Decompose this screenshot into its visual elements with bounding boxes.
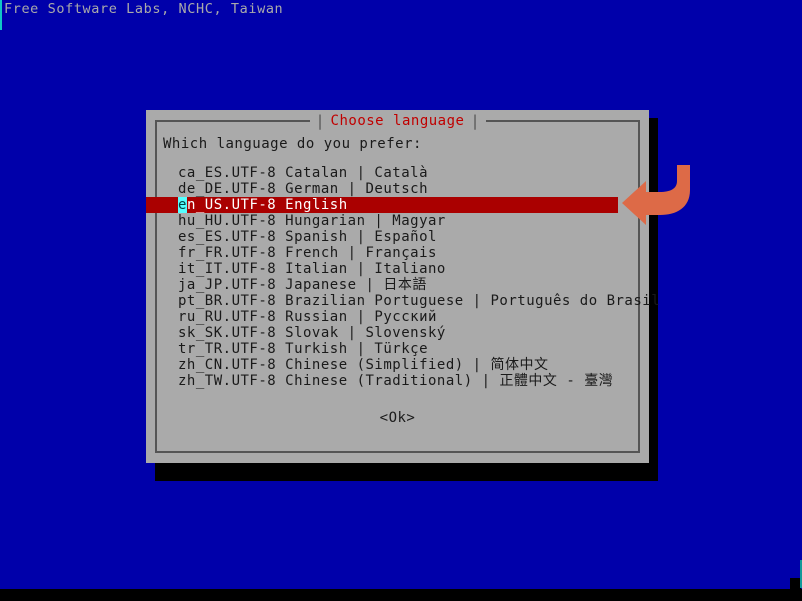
- language-list-item[interactable]: de_DE.UTF-8 German | Deutsch: [146, 181, 649, 197]
- language-list-item[interactable]: zh_CN.UTF-8 Chinese (Simplified) | 简体中文: [146, 357, 649, 373]
- language-list-item-label: ca_ES.UTF-8 Catalan | Català: [178, 165, 429, 181]
- language-list-item-label: 日本語: [383, 277, 427, 293]
- language-list-item[interactable]: ja_JP.UTF-8 Japanese | 日本語: [146, 277, 649, 293]
- language-list-item-label: zh_CN.UTF-8 Chinese (Simplified) |: [178, 357, 491, 373]
- language-list-item[interactable]: hu_HU.UTF-8 Hungarian | Magyar: [146, 213, 649, 229]
- language-list-item-label: es_ES.UTF-8 Spanish | Español: [178, 229, 437, 245]
- language-list-item-label: tr_TR.UTF-8 Turkish | Türkçe: [178, 341, 429, 357]
- language-list-item[interactable]: sk_SK.UTF-8 Slovak | Slovenský: [146, 325, 649, 341]
- terminal-screen: Free Software Labs, NCHC, Taiwan | Choos…: [0, 0, 802, 601]
- language-list-item[interactable]: it_IT.UTF-8 Italian | Italiano: [146, 261, 649, 277]
- language-list[interactable]: ca_ES.UTF-8 Catalan | Català de_DE.UTF-8 …: [146, 165, 660, 389]
- language-list-item-label: n_US.UTF-8 English: [186, 197, 348, 213]
- screen-bottom-bar: [0, 589, 802, 601]
- language-list-item-label: ja_JP.UTF-8 Japanese |: [178, 277, 384, 293]
- language-list-item[interactable]: tr_TR.UTF-8 Turkish | Türkçe: [146, 341, 649, 357]
- language-list-item-label: fr_FR.UTF-8 French | Français: [178, 245, 437, 261]
- language-list-item-label: sk_SK.UTF-8 Slovak | Slovenský: [178, 325, 446, 341]
- language-list-item[interactable]: es_ES.UTF-8 Spanish | Español: [146, 229, 649, 245]
- screen-left-edge-accent: [0, 0, 2, 30]
- ok-button[interactable]: <Ok>: [146, 410, 649, 426]
- language-list-item[interactable]: ca_ES.UTF-8 Catalan | Català: [146, 165, 649, 181]
- language-list-item[interactable]: fr_FR.UTF-8 French | Français: [146, 245, 649, 261]
- curved-arrow-pointing-left-icon: [622, 165, 690, 225]
- language-list-item-label: it_IT.UTF-8 Italian | Italiano: [178, 261, 446, 277]
- language-list-item-label: 正體中文: [499, 373, 558, 389]
- language-list-item-label: de_DE.UTF-8 German | Deutsch: [178, 181, 429, 197]
- language-list-item-label: 臺灣: [584, 373, 614, 389]
- language-list-item[interactable]: ru_RU.UTF-8 Russian | Русский: [146, 309, 649, 325]
- language-list-item[interactable]: pt_BR.UTF-8 Brazilian Portuguese | Portu…: [146, 293, 660, 309]
- language-list-item-label: hu_HU.UTF-8 Hungarian | Magyar: [178, 213, 446, 229]
- language-list-item-label: pt_BR.UTF-8 Brazilian Portuguese | Portu…: [178, 293, 661, 309]
- console-banner: Free Software Labs, NCHC, Taiwan: [4, 1, 284, 17]
- language-list-item[interactable]: zh_TW.UTF-8 Chinese (Traditional) | 正體中文…: [146, 373, 649, 389]
- language-list-item[interactable]: en_US.UTF-8 English: [146, 197, 618, 213]
- language-list-item-label: 简体中文: [490, 357, 549, 373]
- choose-language-dialog: | Choose language | Which language do yo…: [146, 110, 660, 463]
- language-list-item-label: zh_TW.UTF-8 Chinese (Traditional) |: [178, 373, 500, 389]
- language-list-item-label: -: [557, 373, 585, 389]
- list-cursor-char: e: [178, 197, 187, 213]
- language-list-item-label: ru_RU.UTF-8 Russian | Русский: [178, 309, 437, 325]
- dialog-prompt: Which language do you prefer:: [163, 136, 422, 152]
